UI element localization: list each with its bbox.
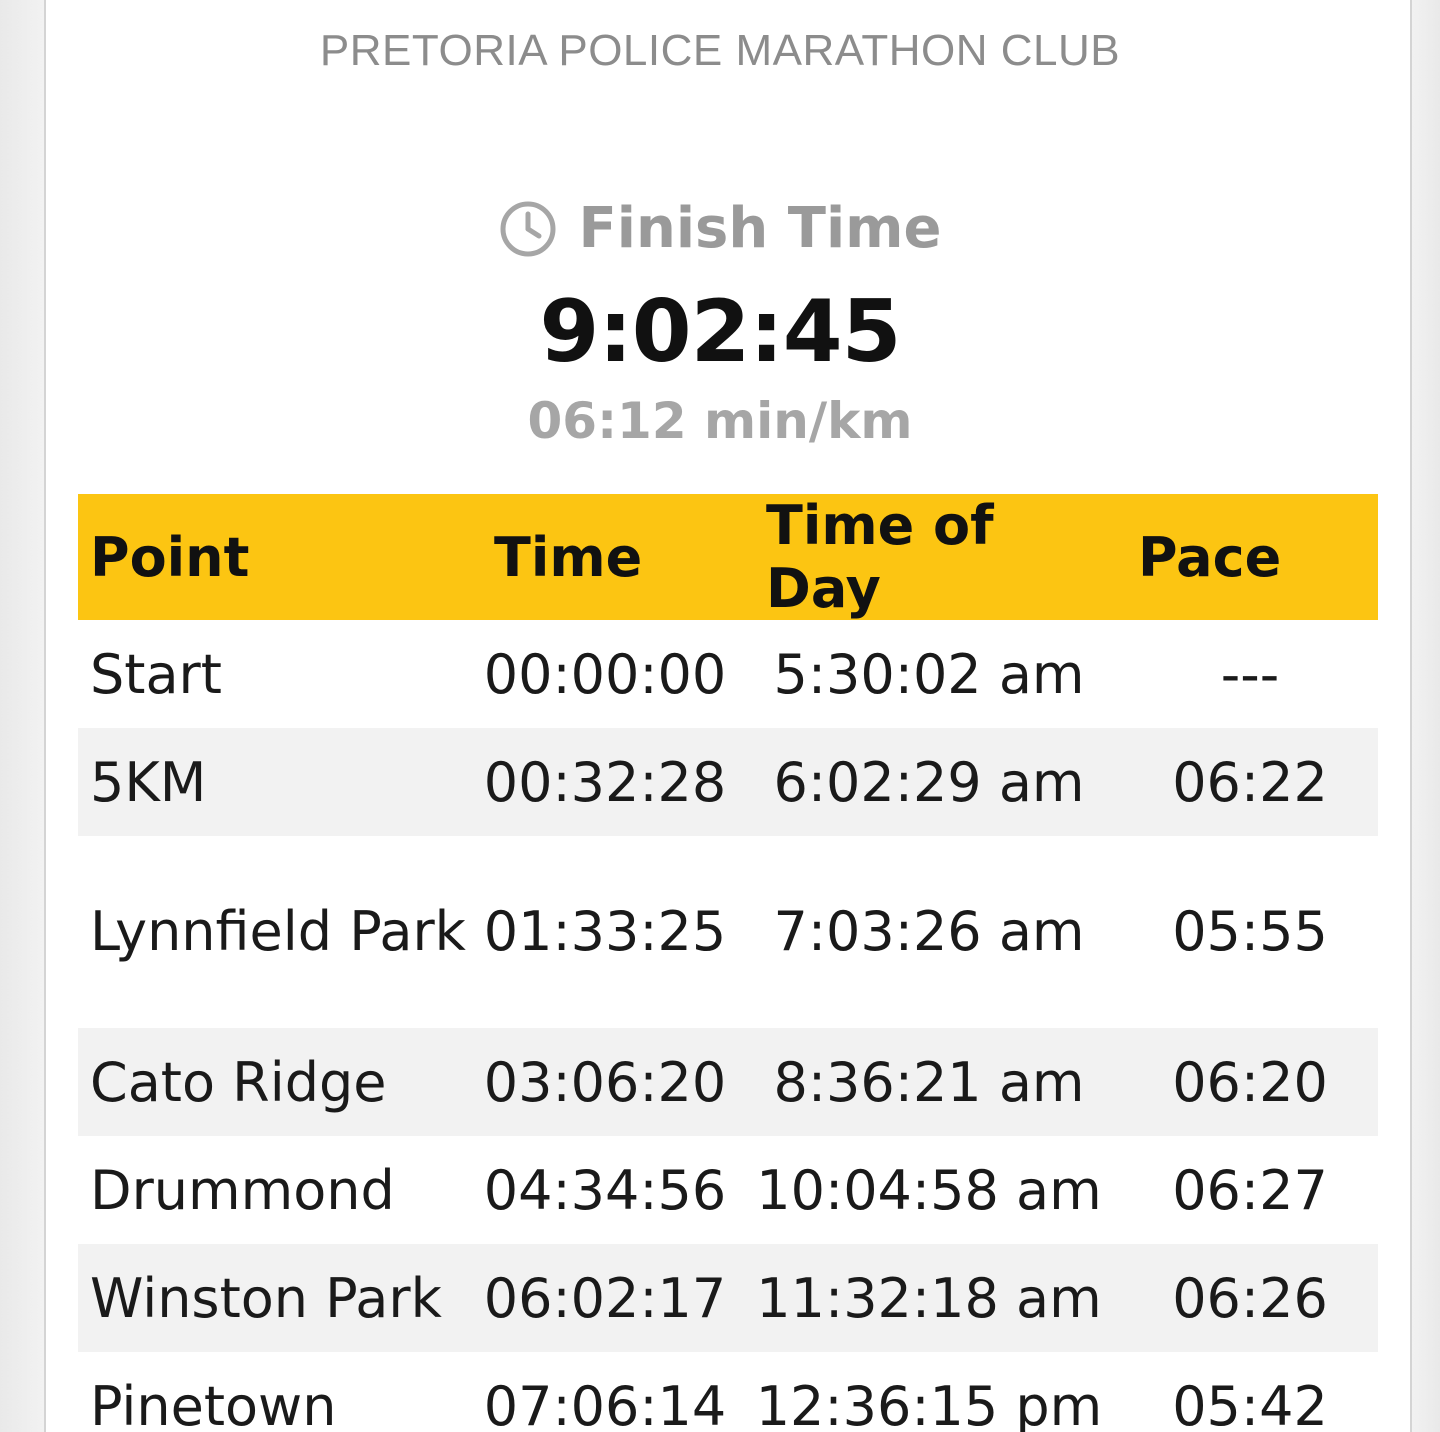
table-row: Winston Park 06:02:17 11:32:18 am 06:26 bbox=[78, 1244, 1378, 1352]
cell-time-of-day: 8:36:21 am bbox=[736, 1028, 1122, 1136]
header-time: Time bbox=[474, 494, 736, 620]
cell-time: 04:34:56 bbox=[483, 1158, 727, 1222]
cell-point: Start bbox=[90, 642, 222, 706]
cell-time-of-day: 12:36:15 pm bbox=[755, 1374, 1103, 1432]
cell-time-of-day: 5:30:02 am bbox=[773, 642, 1085, 706]
cell-time-of-day: 10:04:58 am bbox=[756, 1158, 1102, 1222]
finish-time-value: 9:02:45 bbox=[539, 282, 902, 382]
finish-pace-value: 06:12 min/km bbox=[527, 392, 913, 450]
table-row: Start 00:00:00 5:30:02 am --- bbox=[78, 620, 1378, 728]
table-row: Cato Ridge 03:06:20 8:36:21 am 06:20 bbox=[78, 1028, 1378, 1136]
header-point: Point bbox=[78, 494, 474, 620]
header-time-of-day: Time of Day bbox=[736, 494, 1122, 620]
cell-pace: --- bbox=[1220, 642, 1280, 706]
cell-pace: 05:42 bbox=[1172, 1374, 1328, 1432]
cell-time-of-day: 6:02:29 am bbox=[736, 728, 1122, 836]
table-row: Lynnfield Park 01:33:25 7:03:26 am 05:55 bbox=[78, 836, 1378, 1028]
cell-point: Drummond bbox=[90, 1158, 395, 1222]
cell-point: Cato Ridge bbox=[78, 1028, 474, 1136]
cell-time: 06:02:17 bbox=[474, 1244, 736, 1352]
table-row: Drummond 04:34:56 10:04:58 am 06:27 bbox=[78, 1136, 1378, 1244]
cell-time: 01:33:25 bbox=[483, 900, 727, 963]
club-name: PRETORIA POLICE MARATHON CLUB bbox=[319, 26, 1121, 75]
cell-pace: 06:22 bbox=[1122, 728, 1378, 836]
cell-time: 07:06:14 bbox=[483, 1374, 727, 1432]
cell-pace: 06:20 bbox=[1122, 1028, 1378, 1136]
finish-time-header: Finish Time bbox=[0, 196, 1440, 261]
cell-time: 03:06:20 bbox=[474, 1028, 736, 1136]
table-header-row: Point Time Time of Day Pace bbox=[78, 494, 1378, 620]
cell-time: 00:00:00 bbox=[483, 642, 727, 706]
cell-pace: 06:26 bbox=[1122, 1244, 1378, 1352]
cell-time: 00:32:28 bbox=[474, 728, 736, 836]
cell-time-of-day: 11:32:18 am bbox=[736, 1244, 1122, 1352]
table-row: 5KM 00:32:28 6:02:29 am 06:22 bbox=[78, 728, 1378, 836]
table-row: Pinetown 07:06:14 12:36:15 pm 05:42 bbox=[78, 1352, 1378, 1432]
cell-pace: 05:55 bbox=[1172, 900, 1328, 963]
finish-time-label: Finish Time bbox=[578, 196, 942, 261]
cell-point: 5KM bbox=[78, 728, 474, 836]
cell-time-of-day: 7:03:26 am bbox=[773, 900, 1085, 963]
cell-point: Lynnfield Park bbox=[90, 900, 466, 963]
cell-point: Pinetown bbox=[90, 1374, 337, 1432]
cell-point: Winston Park bbox=[78, 1244, 474, 1352]
cell-pace: 06:27 bbox=[1172, 1158, 1328, 1222]
splits-table: Point Time Time of Day Pace Start 00:00:… bbox=[78, 494, 1378, 1432]
header-pace: Pace bbox=[1122, 494, 1378, 620]
clock-icon bbox=[500, 201, 556, 256]
